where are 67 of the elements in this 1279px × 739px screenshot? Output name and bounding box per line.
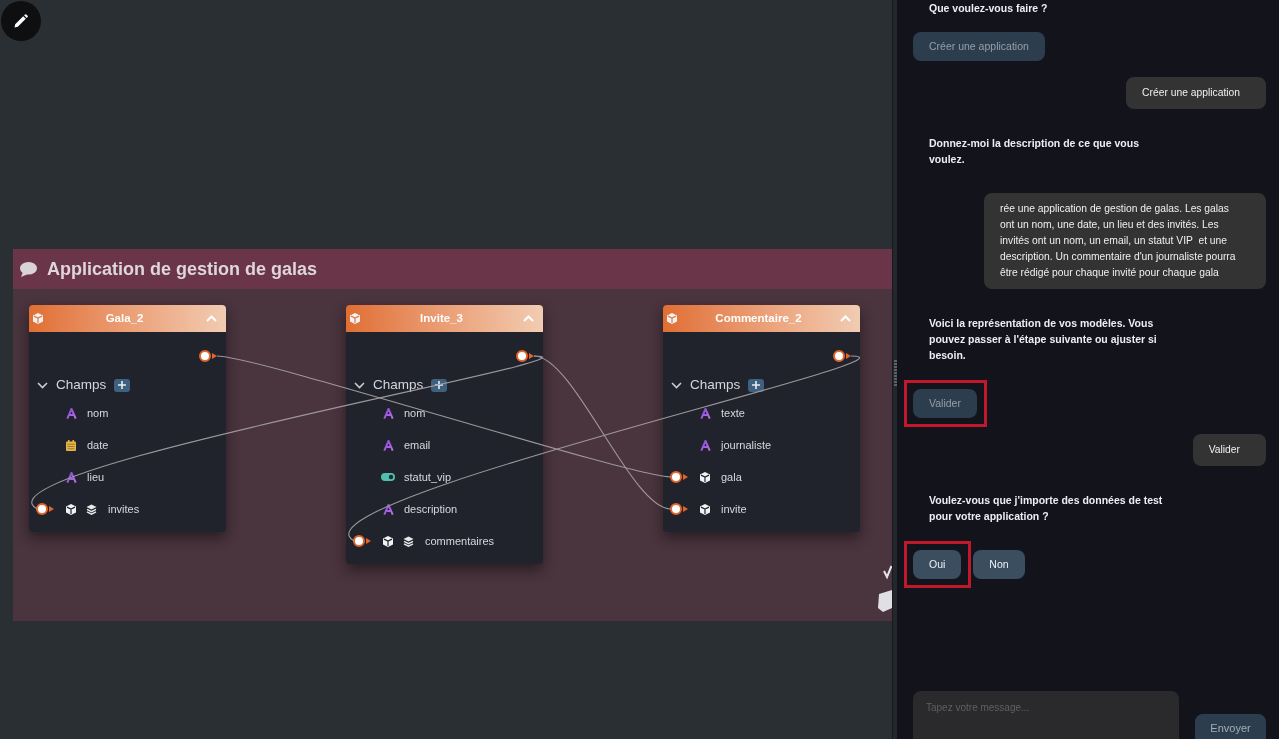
plus-icon	[435, 381, 444, 389]
box-icon	[878, 565, 892, 612]
field-name: invites	[108, 501, 140, 517]
letter-a-icon	[65, 407, 77, 419]
field-name: commentaires	[425, 533, 495, 549]
field-name: nom	[87, 405, 109, 421]
connector-port-icon[interactable]	[670, 503, 688, 515]
cube-icon	[700, 471, 710, 483]
pencil-icon	[14, 14, 28, 28]
toggle-icon	[381, 473, 395, 481]
cube-icon	[667, 313, 677, 324]
choice-button[interactable]: Non	[973, 550, 1025, 579]
field-name: description	[404, 501, 458, 517]
plus-icon	[118, 381, 127, 389]
drag-handle-icon[interactable]	[893, 360, 897, 386]
edit-button[interactable]	[1, 1, 41, 41]
chevron-down-icon[interactable]	[671, 381, 682, 389]
card-title: Commentaire_2	[714, 310, 803, 326]
letter-a-icon	[382, 407, 394, 419]
chevron-down-icon[interactable]	[37, 381, 48, 389]
field-name: gala	[721, 469, 742, 485]
bot-message: Que voulez-vous faire ?	[928, 1, 1049, 16]
field-name: texte	[721, 405, 745, 421]
bot-message: Donnez-moi la description de ce que vous voulez.	[928, 136, 1141, 167]
chat-bubble-icon	[20, 261, 37, 277]
user-message: Valider	[1192, 434, 1266, 466]
diagram-title: Application de gestion de galas	[47, 257, 318, 281]
layers-icon	[85, 503, 97, 515]
letter-a-icon	[699, 439, 711, 451]
field-name: date	[87, 437, 109, 453]
user-message: rée une application de gestion de galas. Les galas ont un nom, une date, un lieu et des invités. Les invités ont un nom, un email, un statut VIP et une description. Un commentaire d'un journaliste pourra être rédigé pour chaque invité pour chaque gala	[984, 193, 1266, 289]
chevron-down-icon[interactable]	[354, 381, 365, 389]
connector-port-icon[interactable]	[670, 471, 688, 483]
cube-icon	[383, 535, 393, 547]
connector-port-icon[interactable]	[516, 350, 534, 362]
add-field-button[interactable]	[114, 378, 131, 392]
field-name: journaliste	[721, 437, 772, 453]
section-title: Champs	[373, 375, 424, 394]
calendar-icon	[66, 439, 76, 451]
add-field-button[interactable]	[748, 378, 765, 392]
choice-button[interactable]: Oui	[913, 550, 962, 579]
field-name: invite	[721, 501, 747, 517]
cube-icon	[33, 313, 43, 324]
letter-a-icon	[699, 407, 711, 419]
cube-icon	[700, 503, 710, 515]
user-message: Créer une application	[1126, 77, 1266, 109]
card-title: Invite_3	[419, 310, 464, 326]
bot-message: Voici la représentation de vos modèles. Vous pouvez passer à l'étape suivante ou ajuster si besoin.	[928, 316, 1158, 363]
layers-icon	[402, 535, 414, 547]
letter-a-icon	[382, 503, 394, 515]
field-name: email	[404, 437, 431, 453]
letter-a-icon	[65, 471, 77, 483]
cube-icon	[66, 503, 76, 515]
connector-port-icon[interactable]	[199, 350, 217, 362]
connector-port-icon[interactable]	[353, 535, 371, 547]
connector-port-icon[interactable]	[36, 503, 54, 515]
section-title: Champs	[56, 375, 107, 394]
section-title: Champs	[690, 375, 741, 394]
connector-port-icon[interactable]	[833, 350, 851, 362]
field-name: nom	[404, 405, 426, 421]
field-name: lieu	[87, 469, 105, 485]
bot-message: Voulez-vous que j'importe des données de test pour votre application ?	[928, 493, 1164, 524]
plus-icon	[752, 381, 761, 389]
letter-a-icon	[382, 439, 394, 451]
cube-icon	[350, 313, 360, 324]
card-title: Gala_2	[104, 310, 145, 326]
field-name: statut_vip	[404, 469, 452, 485]
